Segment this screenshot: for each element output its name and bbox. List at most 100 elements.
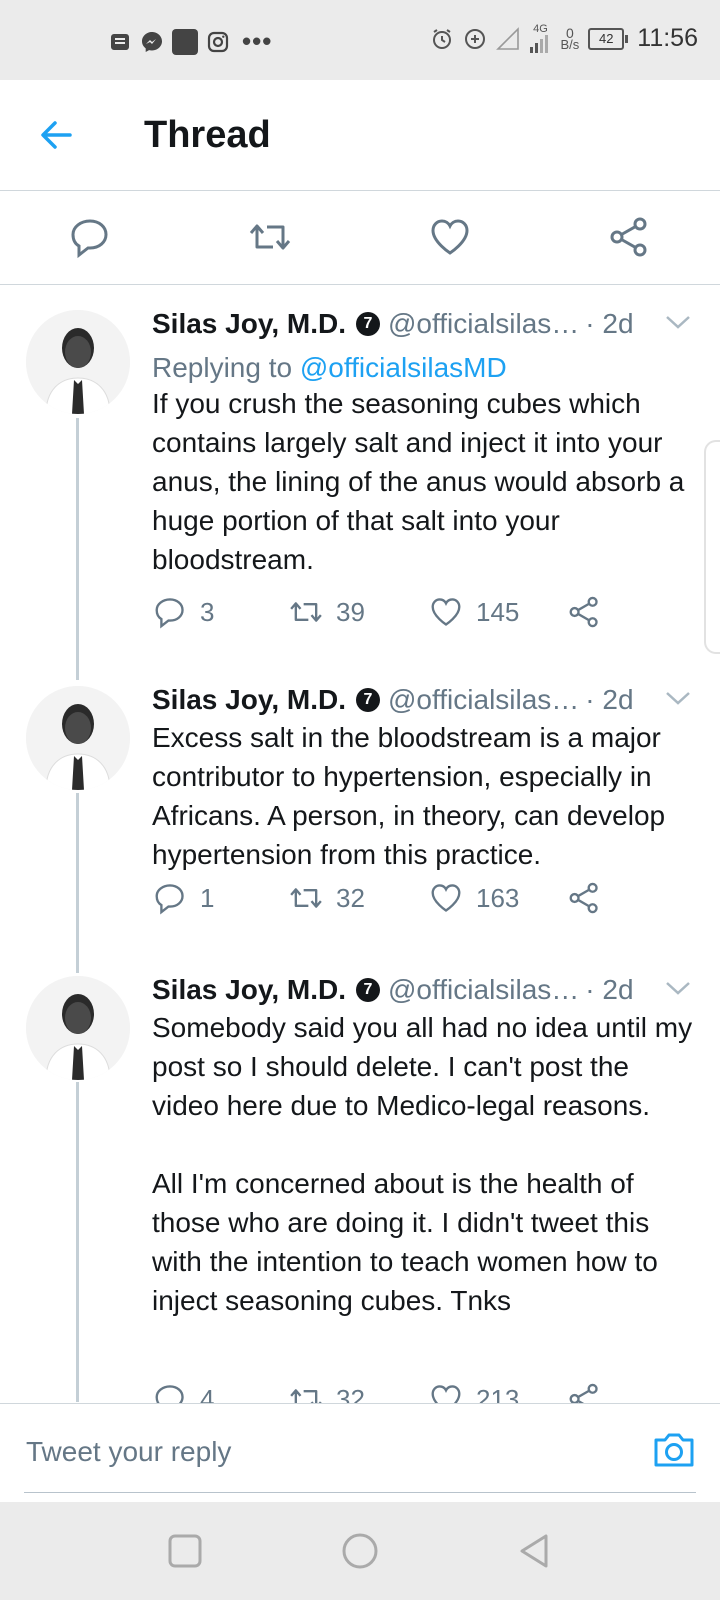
tweet-actions: 4 32 213: [152, 1381, 622, 1403]
verified-badge-icon: 7: [356, 312, 380, 336]
data-saver-icon: [465, 28, 486, 49]
app-square-icon: [172, 28, 198, 55]
reply-input[interactable]: [24, 1428, 628, 1476]
camera-icon[interactable]: [650, 1426, 698, 1474]
reply-action[interactable]: 1: [152, 880, 214, 916]
tweet-paragraph: All I'm concerned about is the health of…: [152, 1168, 658, 1316]
reply-icon: [155, 598, 184, 629]
reply-icon: [155, 1385, 184, 1403]
avatar-portrait: [26, 686, 130, 790]
retweet-action[interactable]: 32: [288, 880, 365, 916]
retweet-action[interactable]: 39: [288, 594, 365, 630]
network-type: 4G: [533, 23, 548, 35]
avatar[interactable]: [26, 976, 130, 1080]
tweet[interactable]: Silas Joy, M.D. 7 @officialsilas… · 2d R…: [0, 300, 720, 680]
page-title: Thread: [144, 114, 271, 156]
tweet[interactable]: Silas Joy, M.D. 7 @officialsilas… · 2d E…: [0, 676, 720, 966]
reply-count: 4: [200, 1383, 215, 1404]
author-handle[interactable]: @officialsilas…: [388, 974, 579, 1006]
avatar[interactable]: [26, 686, 130, 790]
reply-count: 1: [200, 882, 215, 913]
reply-icon: [155, 884, 184, 915]
author-name[interactable]: Silas Joy, M.D.: [152, 974, 346, 1006]
status-bar: ••• 4G 0 B/s 42 11:56: [0, 0, 720, 80]
verified-badge-icon: 7: [356, 688, 380, 712]
tweet-paragraph: If you crush the seasoning cubes which c…: [152, 388, 685, 575]
status-left-icons: •••: [108, 26, 272, 57]
reply-action[interactable]: 3: [152, 594, 214, 630]
notes-icon: [111, 33, 129, 50]
verified-badge-icon: 7: [356, 978, 380, 1002]
thread-action-bar: [0, 191, 720, 285]
retweet-icon: [290, 1389, 322, 1403]
like-count: 163: [476, 882, 520, 913]
like-icon: [431, 884, 461, 912]
retweet-icon: [290, 602, 322, 622]
tweet-time: · 2d: [585, 684, 634, 715]
tweet-paragraph: Excess salt in the bloodstream is a majo…: [152, 722, 666, 870]
signal-icon: [496, 26, 520, 50]
cell-bars-icon: [530, 35, 549, 53]
home-circle-icon[interactable]: [339, 1530, 381, 1572]
tweet-text: If you crush the seasoning cubes which c…: [152, 384, 700, 579]
retweet-count: 32: [336, 882, 365, 913]
retweet-action[interactable]: 32: [288, 1381, 365, 1403]
chevron-down-icon[interactable]: [664, 978, 692, 998]
tweet-text: Somebody said you all had no idea until …: [152, 1008, 700, 1320]
reply-action[interactable]: 4: [152, 1381, 214, 1403]
replying-to-line: Replying to @officialsilasMD: [152, 352, 507, 384]
like-action[interactable]: 163: [428, 880, 519, 916]
recents-square-icon[interactable]: [164, 1530, 206, 1572]
tweet-paragraph: Somebody said you all had no idea until …: [152, 1012, 693, 1121]
avatar-portrait: [26, 310, 130, 414]
avatar[interactable]: [26, 310, 130, 414]
tweet-text: Excess salt in the bloodstream is a majo…: [152, 718, 700, 874]
like-action[interactable]: 213: [428, 1381, 519, 1403]
chevron-down-icon[interactable]: [664, 312, 692, 332]
like-action[interactable]: 145: [428, 594, 519, 630]
reply-compose-bar: [0, 1403, 720, 1502]
replying-to-handle[interactable]: @officialsilasMD: [300, 352, 507, 383]
share-action[interactable]: [566, 1381, 602, 1403]
messenger-icon: [142, 31, 162, 52]
author-name[interactable]: Silas Joy, M.D.: [152, 684, 346, 716]
retweet-count: 39: [336, 596, 365, 627]
like-count: 145: [476, 596, 520, 627]
tweet-time: · 2d: [585, 974, 634, 1005]
status-clock: 11:56: [637, 24, 698, 52]
reply-count: 3: [200, 596, 215, 627]
share-action[interactable]: [566, 880, 602, 916]
reply-icon[interactable]: [67, 214, 113, 260]
share-icon: [569, 1383, 598, 1403]
instagram-icon: [207, 31, 229, 52]
author-name[interactable]: Silas Joy, M.D.: [152, 308, 346, 340]
system-nav-bar: [0, 1502, 720, 1600]
like-icon: [431, 1385, 461, 1403]
speed-unit: B/s: [560, 36, 580, 52]
author-handle[interactable]: @officialsilas…: [388, 308, 579, 340]
avatar-portrait: [26, 976, 130, 1080]
tweet-actions: 1 32 163: [152, 880, 622, 920]
status-right-icons: 4G 0 B/s 42 11:56: [430, 24, 698, 53]
battery-icon: 42: [588, 27, 629, 50]
author-handle[interactable]: @officialsilas…: [388, 684, 579, 716]
share-icon: [569, 882, 598, 914]
share-icon: [569, 596, 598, 628]
share-action[interactable]: [566, 594, 602, 630]
retweet-icon[interactable]: [247, 214, 293, 260]
replying-prefix: Replying to: [152, 352, 293, 383]
like-icon: [431, 598, 461, 626]
share-icon[interactable]: [606, 214, 652, 260]
retweet-icon: [290, 888, 322, 908]
network-indicator: 4G: [529, 24, 551, 53]
back-triangle-icon[interactable]: [514, 1530, 556, 1572]
chevron-down-icon[interactable]: [664, 688, 692, 708]
app-header: Thread: [0, 80, 720, 191]
input-underline: [24, 1492, 696, 1493]
retweet-count: 32: [336, 1383, 365, 1404]
arrow-left-icon[interactable]: [34, 112, 80, 158]
tweet-time: · 2d: [585, 308, 634, 339]
battery-level: 42: [599, 31, 614, 46]
tweet[interactable]: Silas Joy, M.D. 7 @officialsilas… · 2d S…: [0, 966, 720, 1403]
like-icon[interactable]: [427, 214, 473, 260]
